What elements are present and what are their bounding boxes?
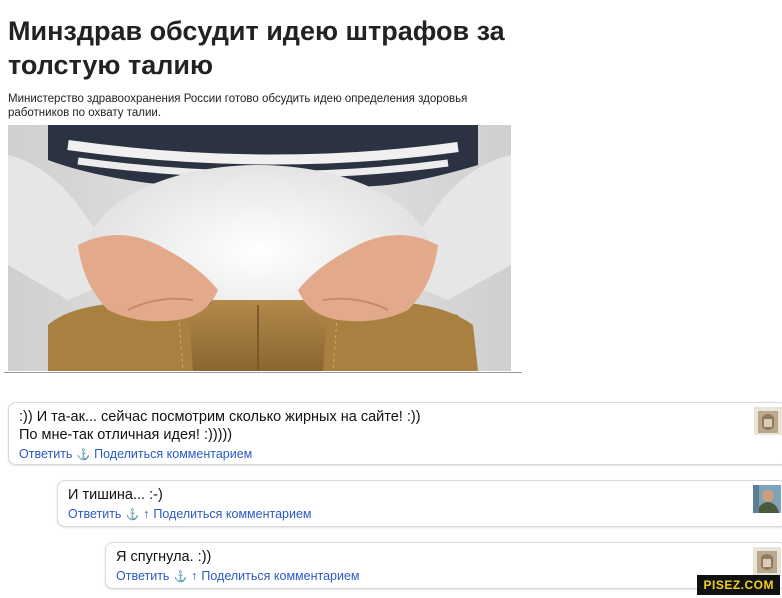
comment-actions: Ответить ⚓ Поделиться комментарием: [19, 446, 777, 463]
watermark: PISEZ.COM: [697, 575, 780, 595]
article-photo: [8, 125, 511, 371]
comment-text-line: :)) И та-ак... сейчас посмотрим сколько …: [19, 409, 421, 425]
share-comment-link[interactable]: Поделиться комментарием: [201, 568, 359, 584]
comment-text: Я спугнула. :)): [116, 549, 212, 565]
avatar[interactable]: [754, 407, 782, 435]
avatar[interactable]: [753, 485, 781, 513]
comment-text-line: По мне-так отличная идея! :))))): [19, 427, 233, 443]
share-comment-link[interactable]: Поделиться комментарием: [94, 446, 252, 462]
reply-link[interactable]: Ответить: [116, 568, 169, 584]
reply-link[interactable]: Ответить: [68, 506, 121, 522]
anchor-icon[interactable]: ⚓: [173, 569, 187, 585]
comment-card: :)) И та-ак... сейчас посмотрим сколько …: [8, 402, 782, 465]
article-lead: Министерство здравоохранения России гото…: [8, 93, 468, 119]
up-arrow-icon[interactable]: ↑: [143, 506, 149, 522]
anchor-icon[interactable]: ⚓: [125, 507, 139, 523]
article-title: Минздрав обсудит идею штрафов за толстую…: [8, 16, 505, 80]
comment-actions: Ответить ⚓ ↑ Поделиться комментарием: [116, 568, 776, 585]
comment-actions: Ответить ⚓ ↑ Поделиться комментарием: [68, 506, 776, 523]
anchor-icon[interactable]: ⚓: [76, 447, 90, 463]
reply-link[interactable]: Ответить: [19, 446, 72, 462]
up-arrow-icon[interactable]: ↑: [191, 568, 197, 584]
comment-card: Я спугнула. :)) Ответить ⚓ ↑ Поделиться ком…: [105, 542, 782, 589]
article-divider: [4, 372, 522, 373]
comment-card: И тишина... :-) Ответить ⚓ ↑ Поделиться ком…: [57, 480, 782, 527]
avatar[interactable]: [753, 547, 781, 575]
share-comment-link[interactable]: Поделиться комментарием: [153, 506, 311, 522]
comment-text: :)) И та-ак... сейчас посмотрим сколько …: [19, 408, 777, 444]
comment-text: И тишина... :-): [68, 487, 163, 503]
